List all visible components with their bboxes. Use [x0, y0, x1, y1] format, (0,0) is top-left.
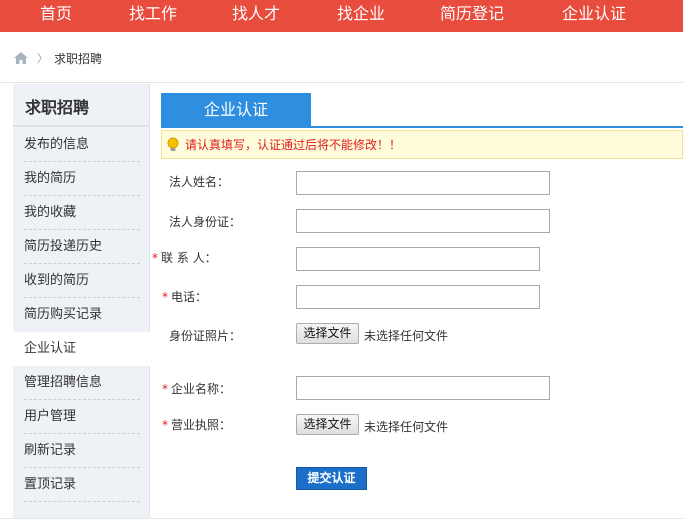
legal-name-input[interactable]: [296, 171, 550, 195]
contact-label: * 联 系 人：: [152, 251, 217, 265]
sidebar-item-label: 我的收藏: [24, 205, 77, 220]
company-name-input[interactable]: [296, 376, 550, 400]
company-name-label: * 企业名称：: [162, 382, 232, 396]
required-mark: *: [152, 251, 158, 265]
sidebar-item-my-resume[interactable]: 我的简历: [13, 162, 150, 196]
submit-verify-button[interactable]: 提交认证: [296, 467, 367, 490]
sidebar: 求职招聘 发布的信息 我的简历 我的收藏 简历投递历史 收到的简历 简历购买记录…: [13, 84, 151, 518]
footer-divider: [0, 518, 683, 519]
sidebar-item-received-resumes[interactable]: 收到的简历: [13, 264, 150, 298]
legal-name-label: 法人姓名：: [169, 175, 230, 189]
sidebar-item-purchase-records[interactable]: 简历购买记录: [13, 298, 150, 332]
nav-resume-register[interactable]: 简历登记: [440, 0, 504, 32]
top-nav: 首页 找工作 找人才 找企业 简历登记 企业认证: [0, 0, 683, 32]
required-mark: *: [162, 382, 168, 396]
sidebar-item-label: 用户管理: [24, 409, 77, 424]
sidebar-item-label: 企业认证: [24, 341, 77, 356]
sidebar-item-label: 管理招聘信息: [24, 375, 103, 390]
required-mark: *: [162, 418, 168, 432]
breadcrumb-current: 求职招聘: [54, 51, 103, 66]
license-label: * 营业执照：: [162, 418, 232, 432]
sidebar-item-label: 置顶记录: [24, 477, 77, 492]
nav-company-verify[interactable]: 企业认证: [562, 0, 626, 32]
sidebar-title-divider: [13, 125, 150, 127]
sidebar-item-company-verify[interactable]: 企业认证: [13, 332, 151, 366]
legal-id-input[interactable]: [296, 209, 550, 233]
phone-label: * 电话：: [162, 290, 208, 304]
tab-bar: 企业认证: [161, 93, 683, 128]
sidebar-item-published[interactable]: 发布的信息: [13, 128, 150, 162]
sidebar-item-refresh-records[interactable]: 刷新记录: [13, 434, 150, 468]
id-photo-choose-file-button[interactable]: 选择文件: [296, 323, 359, 344]
id-photo-file-status: 未选择任何文件: [364, 329, 449, 343]
sidebar-item-label: 收到的简历: [24, 273, 90, 288]
lightbulb-icon: [166, 137, 180, 153]
breadcrumb: 〉 求职招聘: [13, 48, 102, 68]
sidebar-item-favorites[interactable]: 我的收藏: [13, 196, 150, 230]
sidebar-title: 求职招聘: [25, 98, 90, 117]
sidebar-item-label: 发布的信息: [24, 137, 90, 152]
nav-find-talent[interactable]: 找人才: [232, 0, 280, 32]
home-icon[interactable]: [13, 51, 29, 65]
sidebar-item-delivery-history[interactable]: 简历投递历史: [13, 230, 150, 264]
sidebar-item-manage-jobs[interactable]: 管理招聘信息: [13, 366, 150, 400]
header-divider: [0, 82, 683, 83]
contact-input[interactable]: [296, 247, 540, 271]
notice-text: 请认真填写，认证通过后将不能修改！！: [185, 138, 402, 152]
license-file-status: 未选择任何文件: [364, 420, 449, 434]
nav-find-company[interactable]: 找企业: [337, 0, 385, 32]
required-mark: *: [162, 290, 168, 304]
breadcrumb-separator: 〉: [37, 52, 48, 65]
notice-banner: 请认真填写，认证通过后将不能修改！！: [161, 130, 683, 159]
id-photo-label: 身份证照片：: [169, 329, 242, 343]
legal-id-label: 法人身份证：: [169, 215, 242, 229]
nav-find-job[interactable]: 找工作: [129, 0, 177, 32]
sidebar-item-label: 简历投递历史: [24, 239, 103, 254]
nav-home[interactable]: 首页: [40, 0, 72, 32]
sidebar-item-label: 简历购买记录: [24, 307, 103, 322]
sidebar-item-user-manage[interactable]: 用户管理: [13, 400, 150, 434]
sidebar-item-top-records[interactable]: 置顶记录: [13, 468, 150, 502]
phone-input[interactable]: [296, 285, 540, 309]
sidebar-item-label: 我的简历: [24, 171, 77, 186]
license-choose-file-button[interactable]: 选择文件: [296, 414, 359, 435]
sidebar-item-label: 刷新记录: [24, 443, 77, 458]
tab-company-verify[interactable]: 企业认证: [161, 93, 311, 126]
